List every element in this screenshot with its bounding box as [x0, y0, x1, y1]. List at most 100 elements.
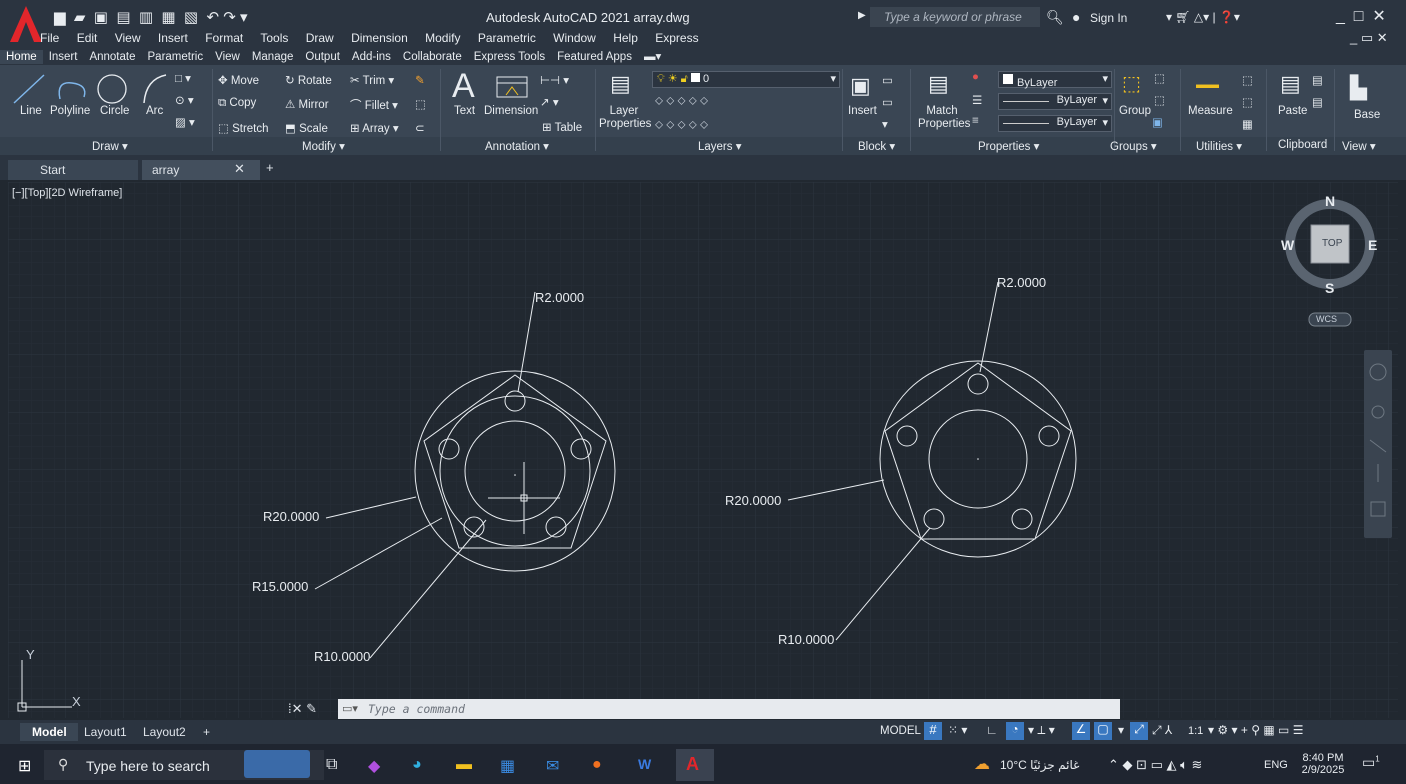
- insert-button[interactable]: Insert: [848, 105, 877, 117]
- word-icon[interactable]: W: [638, 756, 651, 772]
- dim-left-r10[interactable]: R10.0000: [314, 649, 370, 664]
- menu-insert[interactable]: Insert: [158, 31, 188, 45]
- firefox-icon[interactable]: ●: [592, 756, 602, 774]
- tab-insert[interactable]: Insert: [43, 50, 84, 64]
- tab-parametric[interactable]: Parametric: [142, 50, 210, 64]
- autocad-logo-icon[interactable]: [8, 4, 44, 44]
- match-properties-icon[interactable]: ▤: [928, 71, 949, 97]
- new-tab-icon[interactable]: +: [266, 160, 274, 175]
- viewport-controls[interactable]: [−][Top][2D Wireframe]: [12, 187, 122, 199]
- trim-button[interactable]: ✂ Trim ▾: [350, 73, 394, 87]
- mirror-button[interactable]: ⚠ Mirror: [285, 97, 329, 111]
- circle-icon[interactable]: [97, 74, 127, 104]
- layout-tab-model[interactable]: Model: [20, 723, 78, 741]
- doc-window-controls[interactable]: _ ▭ ✕: [1350, 30, 1388, 46]
- language-indicator[interactable]: ENG: [1264, 759, 1288, 771]
- close-icon[interactable]: ✕: [1372, 8, 1385, 25]
- array-button[interactable]: ⊞ Array ▾: [350, 121, 399, 135]
- view-panel-label[interactable]: View ▾: [1342, 139, 1376, 153]
- menu-modify[interactable]: Modify: [425, 31, 460, 45]
- menu-parametric[interactable]: Parametric: [478, 31, 536, 45]
- insert-block-icon[interactable]: ▣: [850, 73, 871, 99]
- notification-icon[interactable]: ▭1: [1362, 754, 1380, 771]
- dimension-icon[interactable]: [494, 73, 530, 101]
- measure-icon[interactable]: ▬▬: [1196, 79, 1219, 91]
- menu-edit[interactable]: Edit: [77, 31, 98, 45]
- saveas-icon[interactable]: ▤: [116, 9, 130, 26]
- fillet-button[interactable]: ⌒ Fillet ▾: [350, 97, 398, 113]
- weather-text[interactable]: 10°C غائم جزئيًا: [1000, 758, 1079, 772]
- plus-icon[interactable]: +: [1241, 723, 1248, 737]
- copy-clip-icon[interactable]: ▤: [1312, 95, 1323, 109]
- open-icon[interactable]: ▰: [74, 9, 86, 26]
- layer-properties-button[interactable]: Layer Properties: [599, 105, 651, 131]
- tab-view[interactable]: View: [209, 50, 246, 64]
- block-panel-label[interactable]: Block ▾: [858, 139, 895, 153]
- tab-featured-apps[interactable]: Featured Apps: [551, 50, 638, 64]
- modify-panel-label[interactable]: Modify ▾: [302, 139, 345, 153]
- menu-draw[interactable]: Draw: [306, 31, 334, 45]
- autocad-taskbar-button[interactable]: A: [676, 749, 714, 781]
- linetype-dropdown[interactable]: ByLayer ▾: [998, 93, 1112, 110]
- arc-button[interactable]: Arc: [146, 105, 163, 117]
- layer-tools-row1[interactable]: ⬦ ⬦ ⬦ ⬦ ⬦: [655, 95, 708, 108]
- isodraft-icon[interactable]: ▾ ⟂ ▾: [1028, 723, 1055, 738]
- draw-panel-label[interactable]: Draw ▾: [92, 139, 128, 153]
- menu-window[interactable]: Window: [553, 31, 596, 45]
- command-history-icon[interactable]: ▭▾: [342, 702, 358, 715]
- tab-home[interactable]: Home: [0, 50, 43, 64]
- search-box[interactable]: Type a keyword or phrase: [870, 7, 1040, 27]
- drawing-canvas[interactable]: [8, 182, 1398, 718]
- dim-right-r20[interactable]: R20.0000: [725, 493, 781, 508]
- hatch-icon[interactable]: ▨ ▾: [175, 115, 195, 129]
- customize-status-icon[interactable]: ☰: [1293, 723, 1304, 737]
- lineweight-dropdown[interactable]: ByLayer ▾: [998, 115, 1112, 132]
- tab-output[interactable]: Output: [299, 50, 346, 64]
- plot-icon[interactable]: ▥: [139, 9, 153, 26]
- tab-express-tools[interactable]: Express Tools: [468, 50, 551, 64]
- rectangle-icon[interactable]: □ ▾: [175, 71, 191, 85]
- gear-icon[interactable]: ⚙: [1217, 723, 1228, 737]
- customize-qa-icon[interactable]: ▾: [240, 9, 248, 26]
- status-settings[interactable]: ▾ ⚙ ▾ + ⚲ ▦ ▭ ☰: [1208, 723, 1303, 737]
- command-input[interactable]: Type a command ▭▾: [338, 699, 1120, 719]
- edit-block-icon[interactable]: ▭: [882, 95, 893, 109]
- tab-manage[interactable]: Manage: [246, 50, 300, 64]
- menu-file[interactable]: File: [40, 31, 59, 45]
- clock[interactable]: 8:40 PM 2/9/2025: [1300, 752, 1346, 776]
- close-tab-icon[interactable]: ✕: [234, 161, 245, 177]
- object-track-icon[interactable]: ∠: [1072, 722, 1090, 740]
- copilot-icon[interactable]: ◆: [368, 756, 380, 776]
- group-button[interactable]: Group: [1119, 105, 1151, 117]
- color-dropdown[interactable]: ByLayer ▾: [998, 71, 1112, 89]
- tab-collaborate[interactable]: Collaborate: [397, 50, 468, 64]
- viewcube-east[interactable]: E: [1368, 237, 1377, 253]
- line-icon[interactable]: [13, 74, 45, 104]
- layer-dropdown[interactable]: 💡︎ ☀ 🔓︎ 0 ▾: [652, 71, 840, 88]
- annotation-panel-label[interactable]: Annotation ▾: [485, 139, 549, 153]
- leader-icon[interactable]: ⊢⊣ ▾: [540, 73, 569, 87]
- measure-button[interactable]: Measure: [1188, 105, 1233, 117]
- dim-left-r15[interactable]: R15.0000: [252, 579, 308, 594]
- file-explorer-icon[interactable]: ▬: [456, 756, 472, 774]
- dim-right-r2[interactable]: R2.0000: [997, 275, 1046, 290]
- maximize-icon[interactable]: □: [1354, 8, 1364, 25]
- redo-icon[interactable]: ↷: [223, 9, 236, 26]
- layer-properties-icon[interactable]: ▤: [610, 71, 631, 97]
- store-app-icon[interactable]: ▦: [500, 756, 515, 776]
- cut-icon[interactable]: ▤: [1312, 73, 1323, 87]
- viewcube-north[interactable]: N: [1325, 193, 1335, 209]
- polar-icon[interactable]: ◔: [1006, 722, 1024, 740]
- viewcube-top-face[interactable]: TOP: [1322, 238, 1342, 249]
- layout-tab-layout1[interactable]: Layout1: [84, 725, 127, 739]
- utilities-panel-label[interactable]: Utilities ▾: [1196, 139, 1242, 153]
- dim-right-r10[interactable]: R10.0000: [778, 632, 834, 647]
- arc-icon[interactable]: [143, 74, 167, 104]
- groups-panel-label[interactable]: Groups ▾: [1110, 139, 1157, 153]
- group-edit-icon[interactable]: ⬚: [1154, 93, 1165, 107]
- sign-in-link[interactable]: Sign In: [1090, 11, 1127, 25]
- task-view-icon[interactable]: ⧉: [326, 756, 337, 774]
- annotation-scale-icons[interactable]: ⤢ ⅄: [1152, 723, 1172, 738]
- system-tray-icons[interactable]: ⌃ ◆ ⊡ ▭ ◭ 🔈︎ ≋: [1108, 757, 1202, 773]
- attribute-icon[interactable]: ▾: [882, 117, 888, 131]
